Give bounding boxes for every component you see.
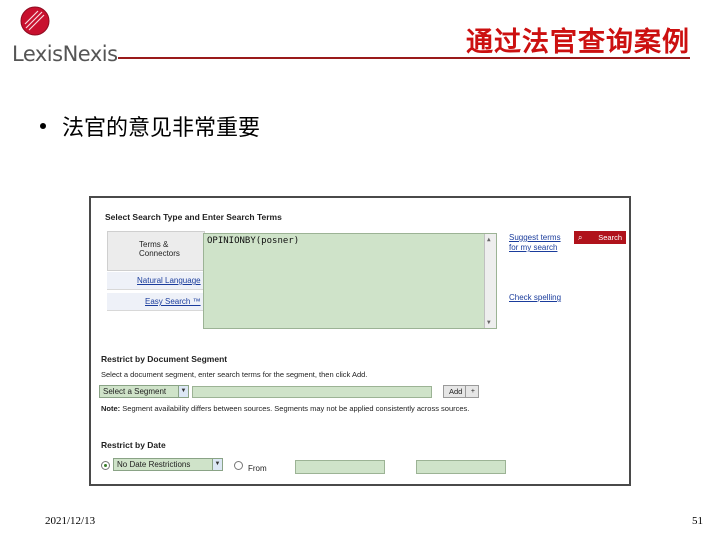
slide-title: 通过法官查询案例	[466, 27, 690, 58]
check-spelling-link[interactable]: Check spelling	[509, 293, 561, 302]
footer-date: 2021/12/13	[45, 515, 96, 527]
add-button-label: Add	[449, 387, 463, 396]
no-date-radio[interactable]	[101, 461, 110, 470]
add-button-divider	[465, 386, 466, 397]
to-date-input[interactable]	[416, 460, 506, 474]
search-type-heading: Select Search Type and Enter Search Term…	[105, 212, 282, 222]
add-segment-button[interactable]: Add +	[443, 385, 479, 398]
search-button-label: Search	[598, 233, 622, 242]
date-dropdown-value: No Date Restrictions	[117, 460, 191, 469]
header-divider	[118, 57, 690, 59]
chevron-down-icon: ▼	[178, 386, 188, 397]
date-restriction-dropdown[interactable]: No Date Restrictions ▼	[113, 458, 223, 471]
search-icon: ⌕	[578, 233, 583, 242]
tab-natural-language[interactable]: Natural Language	[107, 272, 205, 290]
search-form-screenshot: Select Search Type and Enter Search Term…	[89, 196, 631, 486]
from-label: From	[248, 464, 267, 473]
tab-terms-connectors-label: Terms & Connectors	[139, 240, 180, 258]
note-label: Note:	[101, 404, 121, 413]
search-button[interactable]: ⌕ Search	[574, 231, 626, 244]
chevron-down-icon: ▼	[212, 459, 222, 470]
tab-easy-search[interactable]: Easy Search ™	[107, 293, 205, 311]
restrict-date-heading: Restrict by Date	[101, 440, 166, 450]
logo-wordmark: LexisNexis	[12, 42, 118, 66]
scroll-down-icon[interactable]: ▼	[487, 319, 491, 326]
segment-dropdown[interactable]: Select a Segment ▼	[99, 385, 189, 398]
bullet-item: 法官的意见非常重要	[40, 110, 260, 142]
easy-search-link[interactable]: Easy Search ™	[145, 297, 201, 306]
restrict-segment-heading: Restrict by Document Segment	[101, 354, 228, 364]
note-text: Segment availability differs between sou…	[122, 404, 470, 413]
tab-terms-connectors[interactable]: Terms & Connectors	[107, 231, 205, 271]
segment-terms-input[interactable]	[192, 386, 432, 398]
textarea-scrollbar[interactable]: ▲ ▼	[484, 234, 496, 328]
from-date-input[interactable]	[295, 460, 385, 474]
segment-instruction: Select a document segment, enter search …	[101, 370, 368, 379]
scroll-up-icon[interactable]: ▲	[487, 236, 491, 243]
segment-dropdown-value: Select a Segment	[103, 387, 167, 396]
search-terms-value: OPINIONBY(posner)	[207, 236, 300, 246]
bullet-dot-icon	[40, 123, 46, 129]
page-number: 51	[692, 515, 703, 527]
bullet-text: 法官的意见非常重要	[62, 116, 261, 141]
lexisnexis-logo-icon	[20, 6, 50, 36]
search-terms-textarea[interactable]: OPINIONBY(posner) ▲ ▼	[203, 233, 497, 329]
segment-note: Note: Segment availability differs betwe…	[101, 404, 469, 413]
date-range-radio[interactable]	[234, 461, 243, 470]
plus-icon: +	[470, 388, 475, 395]
natural-language-link[interactable]: Natural Language	[137, 276, 201, 285]
suggest-terms-link[interactable]: Suggest terms for my search	[509, 233, 567, 253]
